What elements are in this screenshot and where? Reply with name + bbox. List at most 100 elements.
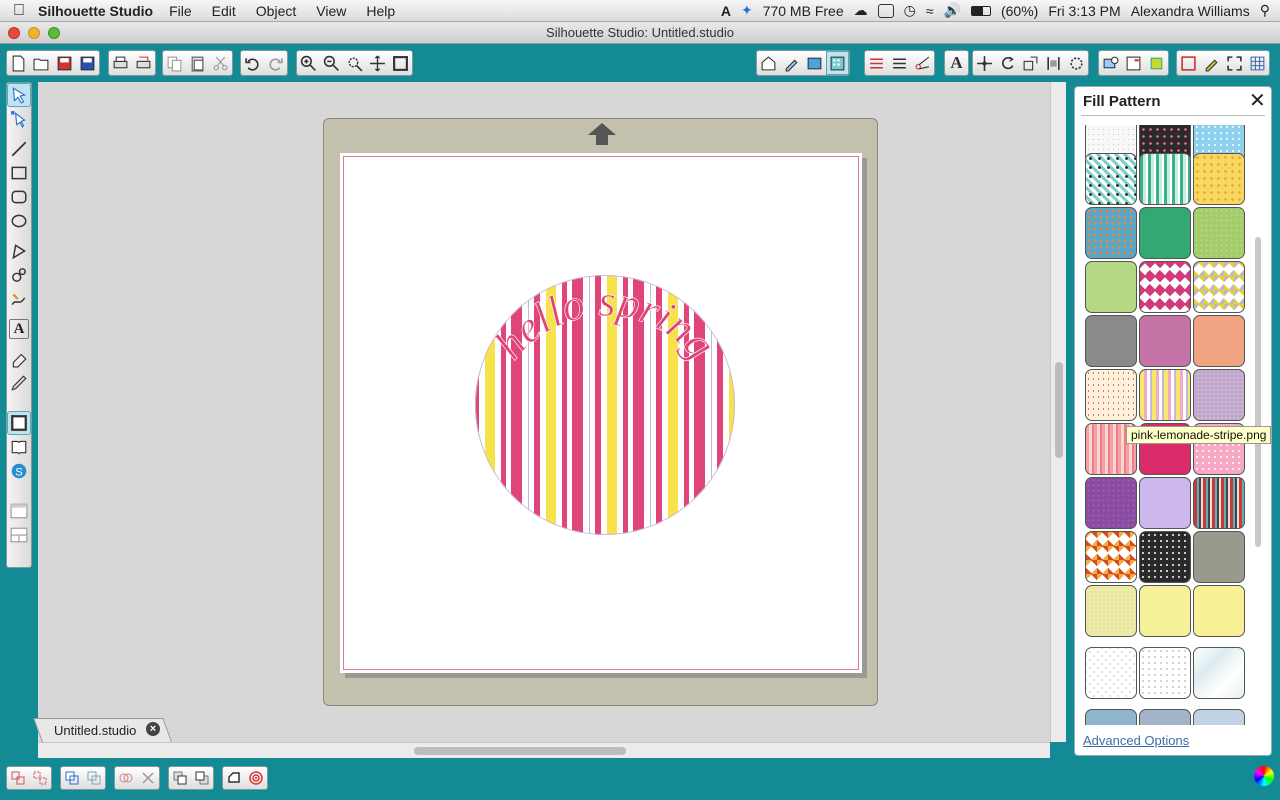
pattern-swatch[interactable] [1193,315,1245,367]
close-window-button[interactable] [8,27,20,39]
pattern-swatch[interactable] [1139,315,1191,367]
target-icon[interactable] [245,767,267,789]
undo-icon[interactable] [241,51,264,75]
pattern-swatch[interactable] [1085,477,1137,529]
trace-icon[interactable] [1099,51,1122,75]
pattern-swatch[interactable] [1193,647,1245,699]
text-style-icon[interactable]: A [945,51,968,75]
horizontal-scrollbar[interactable] [38,742,1050,758]
make-compound-path-icon[interactable] [61,767,83,789]
open-folder-icon[interactable] [30,51,53,75]
design-page-icon[interactable] [7,411,31,435]
menu-view[interactable]: View [316,3,346,19]
pattern-swatch[interactable] [1193,207,1245,259]
clock[interactable]: Fri 3:13 PM [1048,3,1120,19]
color-picker-icon[interactable] [1254,766,1274,786]
menu-object[interactable]: Object [256,3,296,19]
pattern-swatch[interactable] [1193,585,1245,637]
vertical-scrollbar[interactable] [1050,82,1066,742]
app-menu[interactable]: Silhouette Studio [38,3,153,19]
single-view-icon[interactable] [7,499,31,523]
print-cut-icon[interactable] [132,51,155,75]
pattern-swatch[interactable] [1193,261,1245,313]
cloud-icon[interactable]: ☁ [854,2,868,19]
pattern-swatch[interactable] [1139,261,1191,313]
line-style-icon[interactable] [865,51,888,75]
redo-icon[interactable] [264,51,287,75]
split-view-icon[interactable] [7,523,31,547]
display-icon[interactable] [877,3,894,18]
cut-style-icon[interactable] [911,51,934,75]
pan-icon[interactable] [366,51,389,75]
vertical-scroll-thumb[interactable] [1055,362,1063,458]
document-tab-label[interactable]: Untitled.studio [54,723,136,738]
pattern-swatch[interactable] [1139,531,1191,583]
pattern-swatch[interactable] [1139,709,1191,725]
replicate-icon[interactable] [1065,51,1088,75]
cut-icon[interactable] [209,51,232,75]
pattern-swatch[interactable] [1085,261,1137,313]
menu-help[interactable]: Help [366,3,395,19]
close-tab-icon[interactable]: × [146,722,160,736]
zoom-in-icon[interactable] [297,51,320,75]
fill-color-icon[interactable] [803,51,826,75]
pattern-swatch[interactable] [1085,315,1137,367]
bring-to-front-icon[interactable] [169,767,191,789]
save-to-library-icon[interactable] [76,51,99,75]
ungroup-icon[interactable] [29,767,51,789]
silhouette-store-icon[interactable]: S [7,459,31,483]
pattern-swatch[interactable] [1139,369,1191,421]
cut-settings-icon[interactable] [1177,51,1200,75]
copy-icon[interactable] [163,51,186,75]
rectangle-tool-icon[interactable] [7,161,31,185]
pattern-swatch[interactable] [1085,207,1137,259]
print-icon[interactable] [109,51,132,75]
pattern-swatch[interactable] [1139,585,1191,637]
zoom-out-icon[interactable] [320,51,343,75]
pattern-swatch[interactable] [1085,531,1137,583]
line-tool-icon[interactable] [7,137,31,161]
memory-status[interactable]: 770 MB Free [763,3,844,19]
line-color-icon[interactable] [780,51,803,75]
pattern-swatch[interactable] [1085,647,1137,699]
menu-edit[interactable]: Edit [212,3,236,19]
registration-marks-icon[interactable] [1145,51,1168,75]
save-icon[interactable] [53,51,76,75]
dropbox-icon[interactable]: ✦ [741,2,753,19]
adobe-icon[interactable]: A [721,3,731,19]
edit-points-tool-icon[interactable] [7,107,31,131]
pattern-swatch[interactable] [1085,369,1137,421]
wifi-icon[interactable]: ≈ [926,3,934,19]
hello-spring-design[interactable]: hello spring [455,243,755,543]
panel-scroll-thumb[interactable] [1255,237,1261,547]
freehand-tool-icon[interactable] [7,287,31,311]
pattern-swatch[interactable] [1085,709,1137,725]
knife-tool-icon[interactable] [7,371,31,395]
rounded-rectangle-tool-icon[interactable] [7,185,31,209]
paste-icon[interactable] [186,51,209,75]
polygon-tool-icon[interactable] [7,239,31,263]
zoom-selection-icon[interactable] [343,51,366,75]
apple-icon[interactable]:  [0,2,38,20]
volume-icon[interactable]: 🔊 [944,2,961,19]
weld-icon[interactable] [115,767,137,789]
minimize-window-button[interactable] [28,27,40,39]
pattern-swatch[interactable] [1085,153,1137,205]
menu-file[interactable]: File [169,3,192,19]
library-icon[interactable] [7,435,31,459]
release-compound-path-icon[interactable] [83,767,105,789]
pattern-swatch[interactable] [1193,477,1245,529]
battery-percent[interactable]: (60%) [1001,3,1038,19]
offset-icon[interactable] [223,767,245,789]
fullscreen-icon[interactable] [1223,51,1246,75]
new-document-icon[interactable] [7,51,30,75]
rotate-icon[interactable] [996,51,1019,75]
panel-scrollbar[interactable] [1255,127,1263,717]
scale-icon[interactable] [1019,51,1042,75]
pattern-swatch[interactable] [1193,709,1245,725]
time-machine-icon[interactable]: ◷ [904,2,916,19]
align-icon[interactable] [1042,51,1065,75]
advanced-options-link[interactable]: Advanced Options [1083,733,1189,748]
pattern-swatch[interactable] [1139,477,1191,529]
group-icon[interactable] [7,767,29,789]
